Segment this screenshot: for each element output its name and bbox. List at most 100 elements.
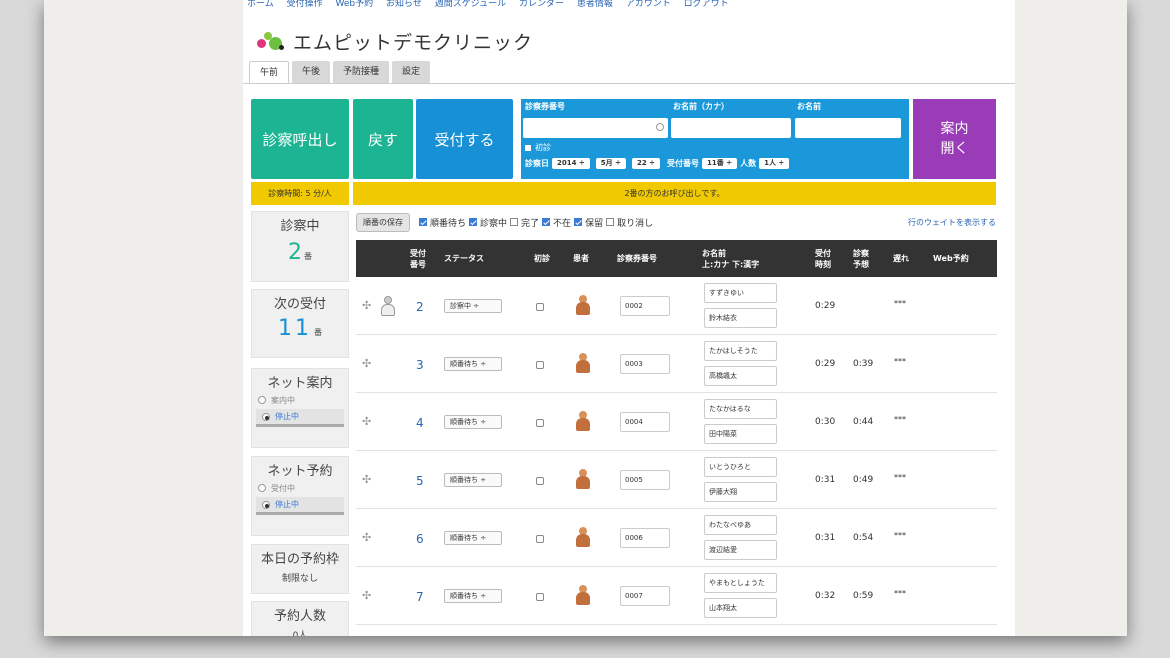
- filter-hold-checkbox[interactable]: [574, 218, 583, 226]
- first-visit-checkbox[interactable]: [536, 593, 544, 601]
- tab-afternoon[interactable]: 午後: [292, 61, 331, 83]
- row-number: 5: [416, 474, 424, 488]
- count-value: 1人: [764, 159, 776, 167]
- net-reserve-label: ネット予約: [267, 464, 333, 479]
- drag-handle-icon[interactable]: ✣: [362, 473, 371, 486]
- kanji-field[interactable]: 山本翔太: [704, 598, 777, 618]
- nav-calendar[interactable]: カレンダー: [519, 0, 564, 9]
- kana-field[interactable]: やまもとしょうた: [704, 573, 777, 593]
- col-time-l2: 時刻: [815, 259, 831, 269]
- status-select[interactable]: 順番待ち ÷: [444, 415, 502, 429]
- count-select[interactable]: 1人 ÷: [759, 158, 790, 169]
- predicted-time: 0:59: [853, 591, 874, 601]
- call-patient-button[interactable]: 診察呼出し: [251, 99, 349, 179]
- today-slots-label: 本日の予約枠: [260, 552, 339, 567]
- kana-name-input[interactable]: [671, 118, 791, 138]
- status-select[interactable]: 順番待ち ÷: [444, 473, 502, 487]
- nav-news[interactable]: お知らせ: [386, 0, 422, 9]
- next-suffix: 番: [314, 328, 322, 337]
- nav-weekly[interactable]: 週間スケジュール: [435, 0, 506, 9]
- guide-label-2: 開く: [940, 141, 969, 157]
- show-weights-link[interactable]: 行のウェイトを表示する: [908, 217, 996, 228]
- filter-done-label: 完了: [521, 218, 540, 229]
- guide-on-radio[interactable]: 案内中: [252, 391, 348, 409]
- drag-handle-icon[interactable]: ✣: [362, 299, 371, 312]
- reception-number-select[interactable]: 11番 ÷: [702, 158, 738, 169]
- card-number-label: 診察券番号: [525, 102, 565, 111]
- drag-handle-icon[interactable]: ✣: [362, 589, 371, 602]
- card-number-field[interactable]: 0007: [620, 586, 670, 606]
- filter-absent-checkbox[interactable]: [542, 218, 551, 226]
- table-row[interactable]: ✣ 6 順番待ち ÷ 0006 わたなべゆあ 渡辺結愛 0:31 0:54 **…: [356, 509, 997, 567]
- guide-off-radio[interactable]: 停止中: [256, 409, 344, 427]
- first-visit-checkbox[interactable]: [536, 361, 544, 369]
- accept-button[interactable]: 受付する: [416, 99, 513, 179]
- next-label: 次の受付: [273, 297, 326, 312]
- nav-patients[interactable]: 患者情報: [577, 0, 613, 9]
- first-visit-checkbox[interactable]: [536, 477, 544, 485]
- patient-icon: [576, 295, 590, 315]
- status-select[interactable]: 順番待ち ÷: [444, 357, 502, 371]
- return-button[interactable]: 戻す: [353, 99, 413, 179]
- status-select[interactable]: 順番待ち ÷: [444, 531, 502, 545]
- name-input[interactable]: [795, 118, 901, 138]
- nav-reception[interactable]: 受付操作: [287, 0, 323, 9]
- kana-field[interactable]: わたなべゆあ: [704, 515, 777, 535]
- tab-vaccination[interactable]: 予防接種: [333, 61, 390, 83]
- reserve-on-radio[interactable]: 受付中: [252, 479, 348, 497]
- nav-logout[interactable]: ログアウト: [684, 0, 729, 9]
- filter-done-checkbox[interactable]: [510, 218, 519, 226]
- first-visit-checkbox[interactable]: [525, 144, 531, 151]
- kanji-field[interactable]: 伊藤大翔: [704, 482, 777, 502]
- kanji-field[interactable]: 田中陽菜: [704, 424, 777, 444]
- filter-in-exam-checkbox[interactable]: [469, 218, 478, 226]
- table-row[interactable]: ✣ 2 診察中 ÷ 0002 すずきゆい 鈴木結衣 0:29 ***: [356, 277, 997, 335]
- card-number-field[interactable]: 0003: [620, 354, 670, 374]
- tab-morning[interactable]: 午前: [249, 61, 290, 83]
- predicted-time: 0:54: [853, 533, 874, 543]
- kana-field[interactable]: すずきゆい: [704, 283, 777, 303]
- date-row: 診察日 2014 ÷ 5月 ÷ 22 ÷ 受付番号 11番 ÷ 人数 1人 ÷: [525, 158, 792, 169]
- kanji-field[interactable]: 渡辺結愛: [704, 540, 777, 560]
- table-row[interactable]: ✣ 3 順番待ち ÷ 0003 たかはしそうた 高橋颯太 0:29 0:39 *…: [356, 335, 997, 393]
- kana-field[interactable]: たかはしそうた: [704, 341, 777, 361]
- kanji-field[interactable]: 鈴木結衣: [704, 308, 777, 328]
- tab-settings[interactable]: 設定: [392, 61, 431, 83]
- filter-waiting-checkbox[interactable]: [419, 218, 427, 226]
- card-number-field[interactable]: 0004: [620, 412, 670, 432]
- kana-field[interactable]: いとうひろと: [704, 457, 777, 477]
- card-number-field[interactable]: 0005: [620, 470, 670, 490]
- drag-handle-icon[interactable]: ✣: [362, 357, 371, 370]
- col-reception-l1: 受付: [410, 248, 426, 258]
- col-name-l1: お名前: [702, 248, 726, 258]
- card-number-field[interactable]: 0002: [620, 296, 670, 316]
- kanji-field[interactable]: 高橋颯太: [704, 366, 777, 386]
- nav-web-reserve[interactable]: Web予約: [336, 0, 374, 9]
- card-number-field[interactable]: 0006: [620, 528, 670, 548]
- first-visit-checkbox[interactable]: [536, 303, 544, 311]
- drag-handle-icon[interactable]: ✣: [362, 415, 371, 428]
- month-select[interactable]: 5月 ÷: [595, 158, 626, 169]
- save-order-button[interactable]: 順番の保存: [356, 212, 410, 232]
- kana-field[interactable]: たなかはるな: [704, 399, 777, 419]
- year-select[interactable]: 2014 ÷: [552, 158, 590, 169]
- drag-handle-icon[interactable]: ✣: [362, 531, 371, 544]
- reception-time: 0:30: [815, 417, 836, 427]
- open-guide-button[interactable]: 案内 開く: [913, 99, 996, 179]
- filter-cancel-checkbox[interactable]: [606, 218, 615, 226]
- status-select[interactable]: 順番待ち ÷: [444, 589, 502, 603]
- late-value: ***: [894, 473, 906, 482]
- first-visit-checkbox[interactable]: [536, 535, 544, 543]
- top-nav: ホーム 受付操作 Web予約 お知らせ 週間スケジュール カレンダー 患者情報 …: [243, 0, 1015, 16]
- card-number-input[interactable]: [523, 118, 668, 138]
- nav-home[interactable]: ホーム: [247, 0, 274, 9]
- nav-account[interactable]: アカウント: [626, 0, 671, 9]
- reserve-off-radio[interactable]: 停止中: [256, 497, 344, 515]
- reserve-off-label: 停止中: [275, 500, 299, 509]
- status-select[interactable]: 診察中 ÷: [444, 299, 502, 313]
- table-row[interactable]: ✣ 5 順番待ち ÷ 0005 いとうひろと 伊藤大翔 0:31 0:49 **…: [356, 451, 997, 509]
- first-visit-checkbox[interactable]: [536, 419, 544, 427]
- table-row[interactable]: ✣ 4 順番待ち ÷ 0004 たなかはるな 田中陽菜 0:30 0:44 **…: [356, 393, 997, 451]
- day-select[interactable]: 22 ÷: [631, 158, 661, 169]
- table-row[interactable]: ✣ 7 順番待ち ÷ 0007 やまもとしょうた 山本翔太 0:32 0:59 …: [356, 567, 997, 625]
